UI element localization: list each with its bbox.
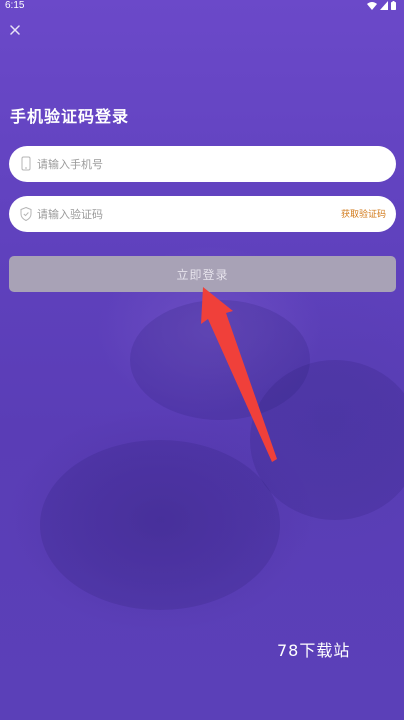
code-field[interactable]: 获取验证码 [9, 196, 396, 232]
status-bar: 6:15 [0, 0, 404, 14]
login-button[interactable]: 立即登录 [9, 256, 396, 292]
status-time: 6:15 [5, 0, 25, 11]
get-code-button[interactable]: 获取验证码 [341, 207, 386, 220]
close-button[interactable] [6, 21, 24, 39]
watermark: 78下载站 [277, 641, 351, 660]
phone-field[interactable] [9, 146, 396, 182]
phone-icon [21, 156, 31, 171]
code-input[interactable] [37, 196, 327, 232]
wifi-icon [367, 2, 377, 10]
battery-icon [391, 1, 396, 10]
page-title: 手机验证码登录 [10, 107, 130, 126]
phone-input[interactable] [37, 146, 327, 182]
background-shape [40, 440, 280, 610]
close-icon [10, 25, 20, 35]
shield-icon [20, 206, 32, 222]
signal-icon [380, 1, 388, 10]
status-icons [367, 1, 396, 10]
